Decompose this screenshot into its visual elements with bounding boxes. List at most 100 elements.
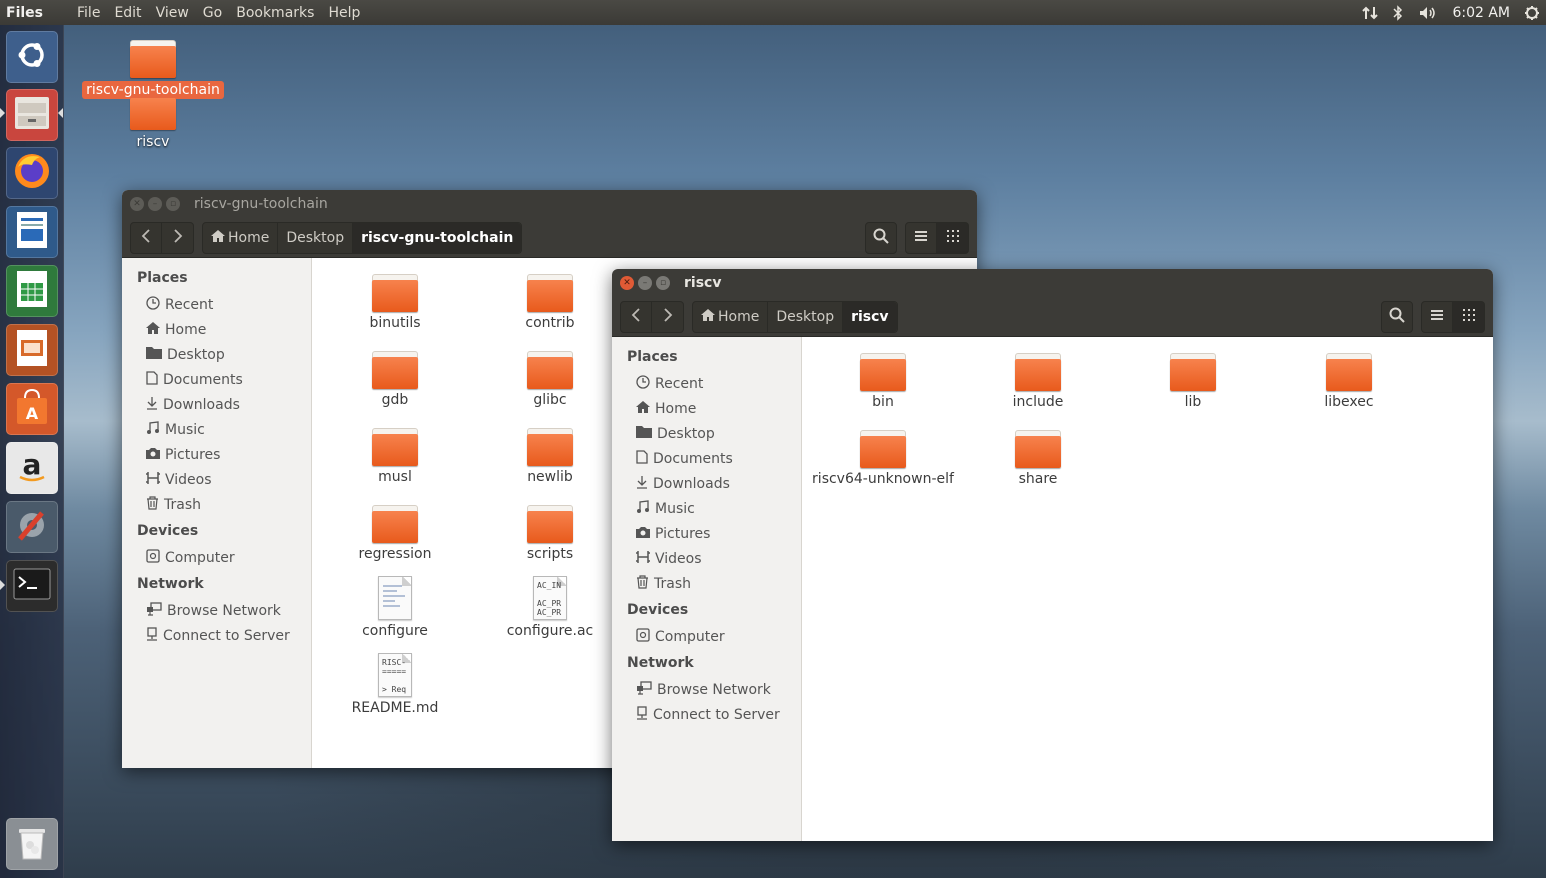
sidebar-item-label: Trash (654, 575, 691, 592)
crumb-home[interactable]: Home (693, 301, 769, 332)
sidebar-item-documents[interactable]: Documents (612, 446, 801, 471)
grid-view-button[interactable] (937, 222, 969, 254)
file-item[interactable]: gdb (320, 351, 470, 408)
sidebar-item-trash[interactable]: Trash (122, 492, 311, 517)
impress-launcher-button[interactable] (6, 324, 58, 376)
file-label: configure (362, 623, 428, 639)
power-gear-icon[interactable] (1524, 5, 1540, 21)
network-transfer-icon[interactable] (1362, 5, 1379, 21)
file-item[interactable]: libexec (1274, 353, 1424, 410)
file-item[interactable]: AC_IN AC_PR AC_PR configure.ac (475, 576, 625, 639)
terminal-launcher-button[interactable] (6, 560, 58, 612)
file-item[interactable]: share (963, 430, 1113, 487)
desktop-icon-riscv[interactable]: riscv (78, 94, 228, 151)
window-minimize-button[interactable]: – (638, 276, 652, 290)
writer-launcher-button[interactable] (6, 206, 58, 258)
home-icon (146, 321, 160, 338)
sidebar-item-trash[interactable]: Trash (612, 571, 801, 596)
crumb-home[interactable]: Home (203, 222, 279, 253)
sidebar-item-recent[interactable]: Recent (612, 371, 801, 396)
window-titlebar[interactable]: ✕ – ▫ riscv (612, 269, 1493, 297)
window-close-button[interactable]: ✕ (130, 197, 144, 211)
menu-bookmarks[interactable]: Bookmarks (229, 5, 321, 21)
crumb-current[interactable]: riscv-gnu-toolchain (353, 222, 522, 253)
sidebar-item-desktop[interactable]: Desktop (122, 342, 311, 367)
sidebar-item-computer[interactable]: Computer (122, 545, 311, 570)
sidebar-item-downloads[interactable]: Downloads (612, 471, 801, 496)
file-item[interactable]: lib (1118, 353, 1268, 410)
software-launcher-button[interactable]: A (6, 383, 58, 435)
sidebar-item-documents[interactable]: Documents (122, 367, 311, 392)
sidebar-item-videos[interactable]: Videos (122, 467, 311, 492)
back-button[interactable] (130, 221, 162, 254)
firefox-launcher-button[interactable] (6, 147, 58, 199)
menu-help[interactable]: Help (321, 5, 367, 21)
file-item[interactable]: musl (320, 428, 470, 485)
sidebar-item-browse-network[interactable]: Browse Network (612, 677, 801, 702)
bluetooth-icon[interactable] (1392, 4, 1404, 21)
sidebar-item-music[interactable]: Music (122, 417, 311, 442)
menu-go[interactable]: Go (196, 5, 229, 21)
sidebar-item-music[interactable]: Music (612, 496, 801, 521)
file-label: configure.ac (506, 623, 594, 639)
file-item[interactable]: contrib (475, 274, 625, 331)
back-button[interactable] (620, 300, 652, 333)
ubuntu-dash-button[interactable] (6, 31, 58, 83)
crumb-desktop[interactable]: Desktop (768, 301, 844, 332)
sidebar-item-downloads[interactable]: Downloads (122, 392, 311, 417)
settings-launcher-button[interactable] (6, 501, 58, 553)
search-button[interactable] (865, 222, 897, 254)
menu-file[interactable]: File (70, 5, 107, 21)
sidebar-item-label: Desktop (657, 425, 715, 442)
window-titlebar[interactable]: ✕ – ▫ riscv-gnu-toolchain (122, 190, 977, 218)
crumb-label: Home (718, 308, 760, 325)
sidebar-item-label: Music (655, 500, 695, 517)
network-icon (146, 601, 162, 620)
file-item[interactable]: binutils (320, 274, 470, 331)
file-item[interactable]: scripts (475, 505, 625, 562)
grid-view-button[interactable] (1453, 301, 1485, 333)
sidebar-item-browse-network[interactable]: Browse Network (122, 598, 311, 623)
sidebar-item-computer[interactable]: Computer (612, 624, 801, 649)
file-item[interactable]: RISC- ===== > Req README.md (320, 653, 470, 716)
file-label: include (1012, 394, 1064, 410)
sidebar-item-home[interactable]: Home (122, 317, 311, 342)
sidebar-item-videos[interactable]: Videos (612, 546, 801, 571)
menu-button[interactable] (1421, 301, 1453, 333)
forward-button[interactable] (162, 221, 194, 254)
files-launcher-button[interactable] (6, 89, 58, 141)
crumb-desktop[interactable]: Desktop (278, 222, 354, 253)
crumb-current[interactable]: riscv (843, 301, 897, 332)
window-maximize-button[interactable]: ▫ (166, 197, 180, 211)
chevron-left-icon (631, 307, 641, 326)
sidebar-item-pictures[interactable]: Pictures (122, 442, 311, 467)
desktop-icon-riscv-gnu-toolchain[interactable]: riscv-gnu-toolchain (78, 40, 228, 99)
file-item[interactable]: regression (320, 505, 470, 562)
window-maximize-button[interactable]: ▫ (656, 276, 670, 290)
menu-edit[interactable]: Edit (107, 5, 148, 21)
sidebar-item-recent[interactable]: Recent (122, 292, 311, 317)
calc-launcher-button[interactable] (6, 265, 58, 317)
file-item[interactable]: include (963, 353, 1113, 410)
file-item[interactable]: configure (320, 576, 470, 639)
sidebar-item-home[interactable]: Home (612, 396, 801, 421)
volume-icon[interactable] (1418, 5, 1438, 21)
file-item[interactable]: newlib (475, 428, 625, 485)
sidebar-item-desktop[interactable]: Desktop (612, 421, 801, 446)
trash-launcher-button[interactable] (6, 818, 58, 870)
clock[interactable]: 6:02 AM (1452, 5, 1510, 21)
file-item[interactable]: bin (808, 353, 958, 410)
window-minimize-button[interactable]: – (148, 197, 162, 211)
window-close-button[interactable]: ✕ (620, 276, 634, 290)
sidebar-item-pictures[interactable]: Pictures (612, 521, 801, 546)
sidebar-item-connect-to-server[interactable]: Connect to Server (122, 623, 311, 648)
sidebar-item-connect-to-server[interactable]: Connect to Server (612, 702, 801, 727)
amazon-launcher-button[interactable]: a (6, 442, 58, 494)
menu-button[interactable] (905, 222, 937, 254)
file-item[interactable]: glibc (475, 351, 625, 408)
menu-view[interactable]: View (149, 5, 196, 21)
file-item[interactable]: riscv64-unknown-elf (808, 430, 958, 487)
file-view[interactable]: bin include lib libexec riscv64-unknown-… (802, 337, 1493, 841)
forward-button[interactable] (652, 300, 684, 333)
search-button[interactable] (1381, 301, 1413, 333)
